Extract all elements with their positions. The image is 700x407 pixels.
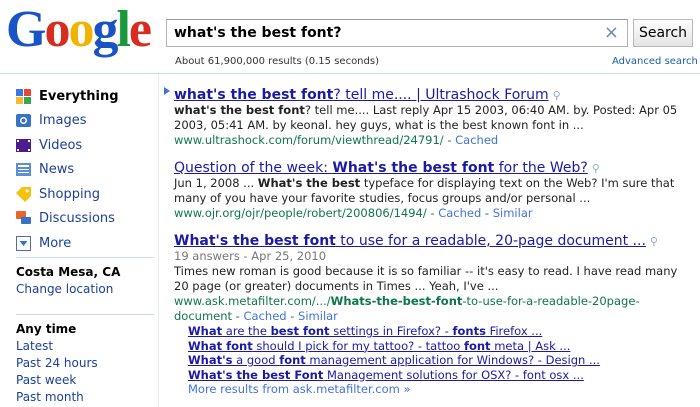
everything-icon xyxy=(16,88,31,104)
cached-link[interactable]: Cached xyxy=(455,133,498,147)
sidebar-item-label: Shopping xyxy=(39,186,101,202)
result-url: www.ojr.org/ojr/people/robert/200806/149… xyxy=(174,206,533,220)
shopping-icon xyxy=(16,186,31,202)
cached-link[interactable]: Cached xyxy=(438,206,481,220)
result-meta: 19 answers - Apr 25, 2010 xyxy=(174,249,327,263)
preview-magnifier-icon[interactable]: ⚲ xyxy=(592,162,600,175)
sidebar-item-images[interactable]: Images xyxy=(16,109,119,134)
result-snippet: Jun 1, 2008 ... What's the best typeface… xyxy=(174,176,675,205)
sub-result-link[interactable]: What's the best Font Management solution… xyxy=(188,368,694,383)
sub-result-link[interactable]: What are the best font settings in Firef… xyxy=(188,324,694,339)
result-item: what's the best font? tell me.... | Ultr… xyxy=(174,84,694,148)
sidebar-divider xyxy=(158,74,159,407)
result-pointer-icon xyxy=(164,87,170,95)
result-snippet: what's the best font? tell me.... Last r… xyxy=(174,103,678,132)
logo-letter: o xyxy=(68,1,94,58)
time-filter-latest[interactable]: Latest xyxy=(16,338,98,355)
clear-icon[interactable]: × xyxy=(604,23,619,43)
result-title-link[interactable]: What's the best font to use for a readab… xyxy=(174,233,646,249)
time-filter-section: Any time Latest Past 24 hours Past week … xyxy=(16,321,98,406)
sidebar-item-shopping[interactable]: Shopping xyxy=(16,182,119,207)
location-section: Costa Mesa, CA Change location xyxy=(16,264,120,298)
sidebar-nav: Everything Images Videos News Shopping D… xyxy=(16,84,119,256)
result-title-link[interactable]: Question of the week: What's the best fo… xyxy=(174,160,588,176)
result-stats: About 61,900,000 results (0.15 seconds) xyxy=(175,56,379,67)
sidebar-item-label: Everything xyxy=(39,88,119,104)
result-item: Question of the week: What's the best fo… xyxy=(174,157,694,221)
images-icon xyxy=(16,114,31,128)
sub-result-link[interactable]: What's a good font management applicatio… xyxy=(188,353,694,368)
advanced-search-link[interactable]: Advanced search xyxy=(612,56,698,67)
sidebar-separator xyxy=(16,314,154,315)
sidebar-item-videos[interactable]: Videos xyxy=(16,133,119,158)
sidebar-item-label: More xyxy=(39,235,72,251)
more-results-link[interactable]: More results from ask.metafilter.com » xyxy=(188,382,694,397)
preview-magnifier-icon[interactable]: ⚲ xyxy=(553,89,561,102)
location-title: Costa Mesa, CA xyxy=(16,265,121,279)
sidebar-item-label: Discussions xyxy=(39,211,115,227)
logo-letter: o xyxy=(44,1,70,58)
sidebar-item-everything[interactable]: Everything xyxy=(16,84,119,109)
sidebar-item-news[interactable]: News xyxy=(16,158,119,183)
search-button[interactable]: Search xyxy=(633,19,693,47)
logo-letter: g xyxy=(92,1,118,58)
more-icon xyxy=(16,235,31,251)
videos-icon xyxy=(16,138,31,152)
result-url: www.ask.metafilter.com/.../Whats-the-bes… xyxy=(174,294,640,323)
results-list: what's the best font? tell me.... | Ultr… xyxy=(174,84,694,406)
logo-letter: l xyxy=(116,1,131,58)
result-url: www.ultrashock.com/forum/viewthread/2479… xyxy=(174,133,499,147)
sidebar-item-discussions[interactable]: Discussions xyxy=(16,207,119,232)
news-icon xyxy=(16,163,31,177)
sidebar-item-label: News xyxy=(39,162,75,178)
sidebar-separator xyxy=(16,257,154,258)
logo-letter: G xyxy=(6,1,46,58)
header-divider xyxy=(0,73,700,74)
sub-result-link[interactable]: What font should I pick for my tattoo? -… xyxy=(188,339,694,354)
preview-magnifier-icon[interactable]: ⚲ xyxy=(650,235,658,248)
result-snippet: Times new roman is good because it is so… xyxy=(174,264,678,293)
sidebar-item-label: Images xyxy=(39,113,87,129)
result-item: What's the best font to use for a readab… xyxy=(174,230,694,397)
google-logo[interactable]: Google xyxy=(6,1,152,58)
sidebar-item-more[interactable]: More xyxy=(16,231,119,256)
change-location-link[interactable]: Change location xyxy=(16,282,113,296)
time-filter-title: Any time xyxy=(16,322,77,336)
result-title-link[interactable]: what's the best font? tell me.... | Ultr… xyxy=(174,87,549,103)
time-filter-past-week[interactable]: Past week xyxy=(16,372,98,389)
discussions-icon xyxy=(16,211,31,225)
sub-results: What are the best font settings in Firef… xyxy=(188,324,694,397)
similar-link[interactable]: Similar xyxy=(493,206,533,220)
search-box[interactable]: × xyxy=(166,19,628,47)
time-filter-past-month[interactable]: Past month xyxy=(16,389,98,406)
logo-letter: e xyxy=(128,1,152,58)
search-input[interactable] xyxy=(174,23,594,43)
sidebar-item-label: Videos xyxy=(39,137,83,153)
time-filter-past-24-hours[interactable]: Past 24 hours xyxy=(16,355,98,372)
similar-link[interactable]: Similar xyxy=(298,309,338,323)
cached-link[interactable]: Cached xyxy=(244,309,287,323)
